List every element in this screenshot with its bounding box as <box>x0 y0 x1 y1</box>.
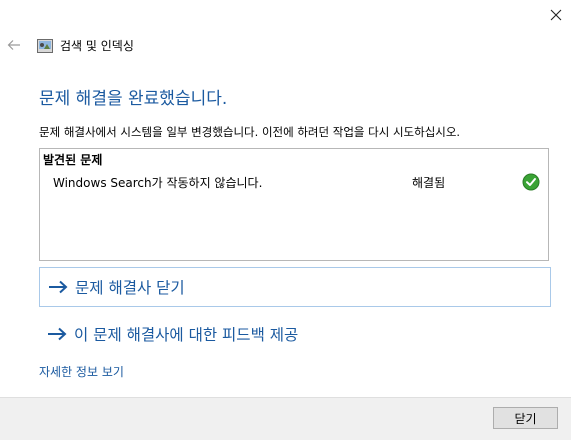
issues-list: 발견된 문제 Windows Search가 작동하지 않습니다. 해결됨 <box>39 148 549 261</box>
check-icon <box>522 173 540 191</box>
view-details-link[interactable]: 자세한 정보 보기 <box>39 363 124 380</box>
close-troubleshooter-link[interactable]: 문제 해결사 닫기 <box>39 267 551 307</box>
close-button[interactable]: 닫기 <box>493 407 558 429</box>
page-description: 문제 해결사에서 시스템을 일부 변경했습니다. 이전에 하려던 작업을 다시 … <box>39 125 461 139</box>
footer-bar: 닫기 <box>0 397 571 440</box>
list-item: Windows Search가 작동하지 않습니다. 해결됨 <box>40 171 548 193</box>
feedback-label: 이 문제 해결사에 대한 피드백 제공 <box>74 326 299 344</box>
issue-name: Windows Search가 작동하지 않습니다. <box>53 176 263 190</box>
window-close-icon[interactable] <box>540 0 571 30</box>
arrow-right-icon <box>48 327 67 341</box>
arrow-right-icon <box>49 280 68 294</box>
back-arrow-icon[interactable] <box>2 33 26 57</box>
window-title: 검색 및 인덱싱 <box>60 39 134 53</box>
issues-header: 발견된 문제 <box>43 153 103 167</box>
close-troubleshooter-label: 문제 해결사 닫기 <box>75 279 185 297</box>
feedback-link[interactable]: 이 문제 해결사에 대한 피드백 제공 <box>39 314 551 354</box>
troubleshooter-app-icon <box>37 38 53 53</box>
issue-status: 해결됨 <box>412 176 446 190</box>
page-title: 문제 해결을 완료했습니다. <box>39 89 228 109</box>
